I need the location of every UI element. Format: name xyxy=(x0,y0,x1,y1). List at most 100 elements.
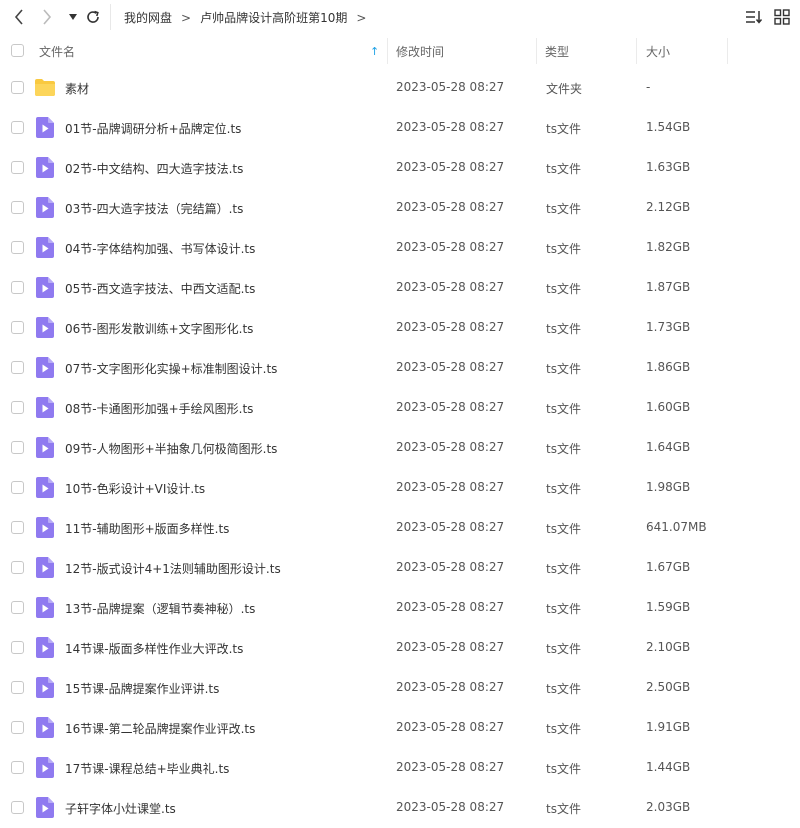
row-checkbox[interactable] xyxy=(11,721,24,734)
grid-view-icon[interactable] xyxy=(773,8,791,26)
row-checkbox[interactable] xyxy=(11,641,24,654)
file-name[interactable]: 01节-品牌调研分析+品牌定位.ts xyxy=(65,120,241,137)
file-type: ts文件 xyxy=(546,442,581,456)
row-checkbox[interactable] xyxy=(11,801,24,814)
row-checkbox[interactable] xyxy=(11,321,24,334)
file-row[interactable]: 15节课-品牌提案作业评讲.ts 2023-05-28 08:27 ts文件 2.50… xyxy=(0,668,800,708)
file-type: ts文件 xyxy=(546,482,581,496)
file-row[interactable]: 11节-辅助图形+版面多样性.ts 2023-05-28 08:27 ts文件 641… xyxy=(0,508,800,548)
file-modified: 2023-05-28 08:27 xyxy=(396,520,505,534)
file-row[interactable]: 03节-四大造字技法（完结篇）.ts 2023-05-28 08:27 ts文件 2.… xyxy=(0,188,800,228)
file-name[interactable]: 16节课-第二轮品牌提案作业评改.ts xyxy=(65,720,255,737)
video-file-icon xyxy=(36,517,54,538)
breadcrumb-current[interactable]: 卢帅品牌设计高阶班第10期 xyxy=(200,9,347,26)
row-checkbox[interactable] xyxy=(11,761,24,774)
file-name[interactable]: 12节-版式设计4+1法则辅助图形设计.ts xyxy=(65,560,281,577)
file-name[interactable]: 08节-卡通图形加强+手绘风图形.ts xyxy=(65,400,253,417)
file-row[interactable]: 16节课-第二轮品牌提案作业评改.ts 2023-05-28 08:27 ts文件 1… xyxy=(0,708,800,748)
row-checkbox[interactable] xyxy=(11,681,24,694)
file-row[interactable]: 02节-中文结构、四大造字技法.ts 2023-05-28 08:27 ts文件 1.… xyxy=(0,148,800,188)
file-type: ts文件 xyxy=(546,402,581,416)
row-checkbox[interactable] xyxy=(11,601,24,614)
video-file-icon xyxy=(36,237,54,258)
video-file-icon xyxy=(36,197,54,218)
file-row[interactable]: 14节课-版面多样性作业大评改.ts 2023-05-28 08:27 ts文件 2.… xyxy=(0,628,800,668)
select-all-checkbox[interactable] xyxy=(11,44,24,57)
file-name[interactable]: 06节-图形发散训练+文字图形化.ts xyxy=(65,320,253,337)
file-row[interactable]: 04节-字体结构加强、书写体设计.ts 2023-05-28 08:27 ts文件 1… xyxy=(0,228,800,268)
row-checkbox[interactable] xyxy=(11,521,24,534)
row-checkbox[interactable] xyxy=(11,401,24,414)
file-name[interactable]: 子轩字体小灶课堂.ts xyxy=(65,800,176,817)
file-name[interactable]: 09节-人物图形+半抽象几何极简图形.ts xyxy=(65,440,277,457)
row-checkbox[interactable] xyxy=(11,201,24,214)
file-row[interactable]: 07节-文字图形化实操+标准制图设计.ts 2023-05-28 08:27 ts文… xyxy=(0,348,800,388)
file-size: 641.07MB xyxy=(646,520,707,534)
video-file-icon xyxy=(36,677,54,698)
file-name[interactable]: 13节-品牌提案（逻辑节奏神秘）.ts xyxy=(65,600,255,617)
row-checkbox[interactable] xyxy=(11,441,24,454)
column-modified-header[interactable]: 修改时间 xyxy=(396,34,444,68)
sort-ascending-icon[interactable]: ↑ xyxy=(370,34,379,68)
file-row[interactable]: 05节-西文造字技法、中西文适配.ts 2023-05-28 08:27 ts文件 1… xyxy=(0,268,800,308)
sort-list-icon[interactable] xyxy=(745,8,763,26)
column-name-header[interactable]: 文件名 xyxy=(39,34,75,68)
back-arrow-icon[interactable] xyxy=(10,8,28,26)
file-list: 素材 2023-05-28 08:27 文件夹 - 01节-品牌调研分析+品牌定位.ts… xyxy=(0,68,800,828)
refresh-icon[interactable] xyxy=(84,8,102,26)
file-size: 1.87GB xyxy=(646,280,691,294)
row-checkbox[interactable] xyxy=(11,281,24,294)
video-file-icon xyxy=(36,357,54,378)
toolbar-divider xyxy=(110,4,111,30)
row-checkbox[interactable] xyxy=(11,361,24,374)
file-name[interactable]: 11节-辅助图形+版面多样性.ts xyxy=(65,520,229,537)
file-row[interactable]: 12节-版式设计4+1法则辅助图形设计.ts 2023-05-28 08:27 ts… xyxy=(0,548,800,588)
file-row[interactable]: 06节-图形发散训练+文字图形化.ts 2023-05-28 08:27 ts文件 1… xyxy=(0,308,800,348)
file-row[interactable]: 素材 2023-05-28 08:27 文件夹 - xyxy=(0,68,800,108)
file-row[interactable]: 10节-色彩设计+VI设计.ts 2023-05-28 08:27 ts文件 1.98… xyxy=(0,468,800,508)
file-name[interactable]: 05节-西文造字技法、中西文适配.ts xyxy=(65,280,255,297)
video-file-icon xyxy=(36,437,54,458)
history-dropdown-icon[interactable] xyxy=(64,8,82,26)
video-file-icon xyxy=(36,397,54,418)
row-checkbox[interactable] xyxy=(11,81,24,94)
file-name[interactable]: 17节课-课程总结+毕业典礼.ts xyxy=(65,760,229,777)
file-type: ts文件 xyxy=(546,122,581,136)
video-file-icon xyxy=(36,117,54,138)
file-size: 1.67GB xyxy=(646,560,691,574)
file-type: ts文件 xyxy=(546,762,581,776)
forward-arrow-icon[interactable] xyxy=(38,8,56,26)
breadcrumb-root[interactable]: 我的网盘 xyxy=(124,9,172,26)
file-row[interactable]: 01节-品牌调研分析+品牌定位.ts 2023-05-28 08:27 ts文件 1.… xyxy=(0,108,800,148)
row-checkbox[interactable] xyxy=(11,161,24,174)
file-name[interactable]: 07节-文字图形化实操+标准制图设计.ts xyxy=(65,360,277,377)
file-size: 2.03GB xyxy=(646,800,691,814)
column-divider xyxy=(636,38,637,64)
row-checkbox[interactable] xyxy=(11,241,24,254)
file-modified: 2023-05-28 08:27 xyxy=(396,280,505,294)
column-size-header[interactable]: 大小 xyxy=(646,34,670,68)
column-header: 文件名 ↑ 修改时间 类型 大小 xyxy=(0,34,800,68)
row-checkbox[interactable] xyxy=(11,121,24,134)
file-name[interactable]: 15节课-品牌提案作业评讲.ts xyxy=(65,680,219,697)
file-size: 1.63GB xyxy=(646,160,691,174)
file-name[interactable]: 02节-中文结构、四大造字技法.ts xyxy=(65,160,243,177)
file-row[interactable]: 08节-卡通图形加强+手绘风图形.ts 2023-05-28 08:27 ts文件 1… xyxy=(0,388,800,428)
file-name[interactable]: 04节-字体结构加强、书写体设计.ts xyxy=(65,240,255,257)
column-divider xyxy=(727,38,728,64)
file-row[interactable]: 09节-人物图形+半抽象几何极简图形.ts 2023-05-28 08:27 ts文… xyxy=(0,428,800,468)
file-name[interactable]: 14节课-版面多样性作业大评改.ts xyxy=(65,640,243,657)
column-type-header[interactable]: 类型 xyxy=(545,34,569,68)
file-row[interactable]: 17节课-课程总结+毕业典礼.ts 2023-05-28 08:27 ts文件 1.4… xyxy=(0,748,800,788)
video-file-icon xyxy=(36,317,54,338)
file-type: ts文件 xyxy=(546,242,581,256)
file-row[interactable]: 13节-品牌提案（逻辑节奏神秘）.ts 2023-05-28 08:27 ts文件 1… xyxy=(0,588,800,628)
row-checkbox[interactable] xyxy=(11,481,24,494)
file-name[interactable]: 10节-色彩设计+VI设计.ts xyxy=(65,480,205,497)
file-name[interactable]: 03节-四大造字技法（完结篇）.ts xyxy=(65,200,243,217)
file-row[interactable]: 子轩字体小灶课堂.ts 2023-05-28 08:27 ts文件 2.03GB xyxy=(0,788,800,828)
video-file-icon xyxy=(36,557,54,578)
file-name[interactable]: 素材 xyxy=(65,80,89,97)
row-checkbox[interactable] xyxy=(11,561,24,574)
file-type: ts文件 xyxy=(546,362,581,376)
